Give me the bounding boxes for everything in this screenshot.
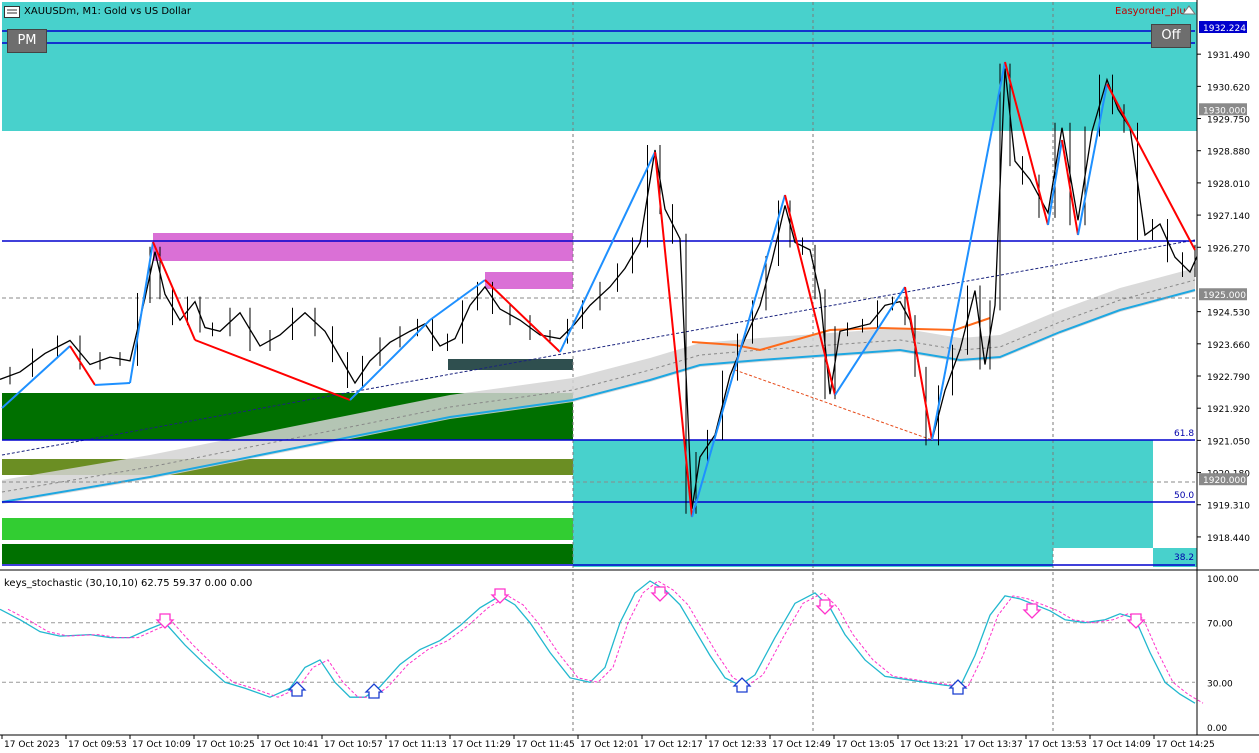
- time-tick-label: 17 Oct 12:49: [772, 740, 831, 750]
- demand-zone-4: [2, 544, 573, 564]
- zigzag-down: [784, 194, 836, 396]
- time-tick-label: 17 Oct 14:25: [1156, 740, 1215, 750]
- price-tick-label: 1924.530: [1207, 309, 1250, 319]
- price-tick-label: 1918.440: [1207, 534, 1250, 544]
- stoch-tick-label: 0.00: [1207, 724, 1227, 734]
- time-tick-label: 17 Oct 10:09: [132, 740, 191, 750]
- price-label: 1920.000: [1203, 476, 1246, 486]
- sell-arrow-icon: [155, 613, 175, 629]
- demand-zone-3: [2, 518, 573, 540]
- price-tick-label: 1921.050: [1207, 437, 1250, 447]
- time-tick-label: 17 Oct 09:53: [68, 740, 127, 750]
- price-chart[interactable]: 61.850.038.21932.2241931.4901930.6201930…: [0, 0, 1259, 753]
- time-tick-label: 17 Oct 11:45: [516, 740, 575, 750]
- chart-symbol-label: XAUUSDm, M1: Gold vs US Dollar: [24, 6, 191, 17]
- time-tick-label: 17 Oct 11:13: [388, 740, 447, 750]
- price-tick-label: 1928.010: [1207, 180, 1250, 190]
- off-button[interactable]: Off: [1151, 24, 1191, 48]
- time-tick-label: 17 Oct 10:41: [260, 740, 319, 750]
- sell-arrow-icon: [1126, 613, 1146, 629]
- sell-arrow-icon: [815, 599, 835, 615]
- zigzag-up: [129, 241, 154, 384]
- zigzag-down: [194, 339, 351, 401]
- fib-label: 38.2: [1174, 553, 1194, 563]
- stoch-tick-label: 100.00: [1207, 575, 1239, 585]
- buy-arrow-icon: [287, 681, 307, 697]
- stochastic-main-line: [0, 580, 1196, 704]
- sell-arrow-icon: [490, 588, 510, 604]
- zigzag-down: [484, 279, 561, 353]
- support-zone-gap: [1053, 548, 1153, 567]
- price-label: 1925.000: [1203, 291, 1246, 301]
- zigzag-down: [904, 286, 933, 441]
- price-tick-label: 1927.140: [1207, 212, 1250, 222]
- order-block: [448, 359, 573, 370]
- zigzag-up: [94, 382, 131, 386]
- indicator-title: keys_stochastic (30,10,10) 62.75 59.37 0…: [4, 578, 253, 589]
- time-tick-label: 17 Oct 13:05: [836, 740, 895, 750]
- ea-hat-icon: [1182, 4, 1196, 21]
- price-label: 1932.224: [1203, 24, 1246, 34]
- ea-name-label: Easyorder_plus: [1115, 6, 1191, 17]
- price-tick-label: 1921.920: [1207, 405, 1250, 415]
- sell-arrow-icon: [1022, 603, 1042, 619]
- time-tick-label: 17 Oct 14:09: [1092, 740, 1151, 750]
- chart-menu-icon[interactable]: [4, 6, 20, 21]
- time-tick-label: 17 Oct 10:57: [324, 740, 383, 750]
- time-tick-label: 17 Oct 2023: [4, 740, 60, 750]
- time-tick-label: 17 Oct 13:37: [964, 740, 1023, 750]
- support-zone-extension: [1053, 440, 1153, 548]
- time-tick-label: 17 Oct 11:29: [452, 740, 511, 750]
- price-tick-label: 1926.270: [1207, 244, 1250, 254]
- time-tick-label: 17 Oct 13:53: [1028, 740, 1087, 750]
- fib-label: 61.8: [1174, 429, 1194, 439]
- fib-label: 50.0: [1174, 491, 1194, 501]
- supply-zone-2: [485, 272, 573, 289]
- time-tick-label: 17 Oct 12:33: [708, 740, 767, 750]
- price-tick-label: 1929.750: [1207, 116, 1250, 126]
- pm-button[interactable]: PM: [7, 29, 47, 53]
- price-tick-label: 1930.620: [1207, 83, 1250, 93]
- time-tick-label: 17 Oct 13:21: [900, 740, 959, 750]
- zigzag-up: [559, 151, 656, 353]
- price-tick-label: 1931.490: [1207, 51, 1250, 61]
- zigzag-down: [69, 345, 96, 386]
- price-tick-label: 1919.310: [1207, 502, 1250, 512]
- time-tick-label: 17 Oct 12:01: [580, 740, 639, 750]
- projection-line: [734, 369, 933, 441]
- buy-arrow-icon: [364, 683, 384, 699]
- zigzag-up: [429, 279, 486, 321]
- price-tick-label: 1923.660: [1207, 341, 1250, 351]
- stoch-tick-label: 30.00: [1207, 679, 1233, 689]
- stoch-tick-label: 70.00: [1207, 620, 1233, 630]
- stochastic-signal-line: [7, 580, 1204, 704]
- sell-arrow-icon: [650, 586, 670, 602]
- supply-zone-1: [153, 233, 573, 261]
- time-tick-label: 17 Oct 12:17: [644, 740, 703, 750]
- time-tick-label: 17 Oct 10:25: [196, 740, 255, 750]
- price-tick-label: 1928.880: [1207, 148, 1250, 158]
- price-tick-label: 1922.790: [1207, 373, 1250, 383]
